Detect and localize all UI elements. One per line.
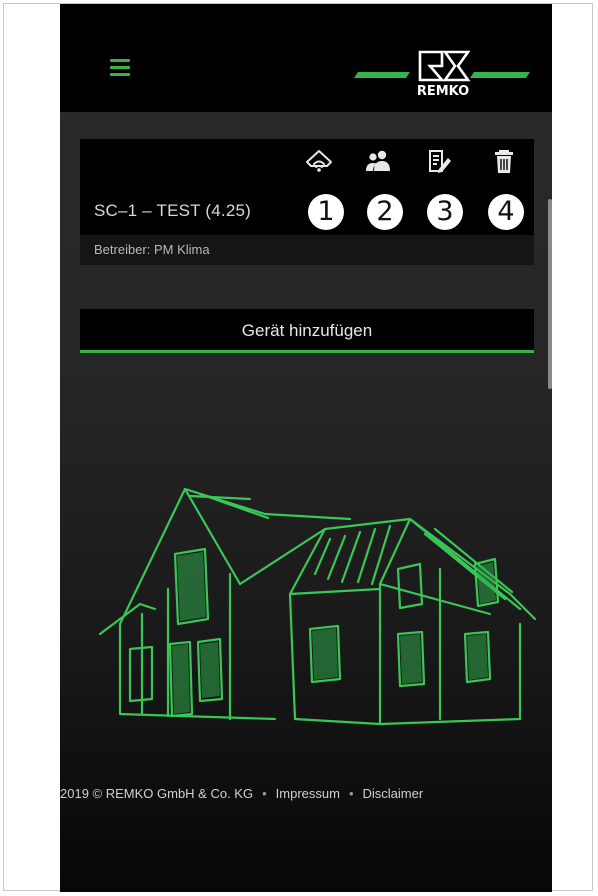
app-screen: REMKO 1 2 3 4 SC–1 – TEST (4.25) Betreib…: [60, 4, 552, 892]
remko-logo: REMKO: [354, 50, 530, 98]
annotation-badge-4: 4: [488, 194, 524, 230]
annotation-badge-1: 1: [308, 194, 344, 230]
trash-icon[interactable]: [490, 147, 518, 175]
hamburger-menu-icon[interactable]: [110, 59, 130, 77]
copyright-text: 2019 © REMKO GmbH & Co. KG: [60, 786, 254, 801]
footer-separator: •: [348, 786, 354, 801]
footer-separator: •: [262, 786, 267, 801]
scrollbar[interactable]: [548, 199, 552, 389]
top-bar: REMKO: [60, 4, 552, 112]
annotation-badge-2: 2: [367, 194, 403, 230]
add-device-label: Gerät hinzufügen: [241, 321, 373, 340]
device-name: SC–1 – TEST (4.25): [94, 201, 251, 220]
add-device-button[interactable]: Gerät hinzufügen: [80, 309, 534, 353]
edit-document-icon[interactable]: [425, 147, 453, 175]
screenshot-frame: REMKO 1 2 3 4 SC–1 – TEST (4.25) Betreib…: [3, 3, 593, 892]
impressum-link[interactable]: Impressum: [276, 786, 340, 801]
users-icon[interactable]: [364, 147, 392, 175]
operator-label: Betreiber: PM Klima: [94, 242, 210, 257]
device-card[interactable]: 1 2 3 4 SC–1 – TEST (4.25) Betreiber: PM…: [80, 139, 534, 265]
annotation-badge-3: 3: [427, 194, 463, 230]
footer: 2019 © REMKO GmbH & Co. KG • Impressum • Dis…: [60, 786, 552, 806]
house-illustration: [98, 487, 537, 726]
logo-text: REMKO: [417, 84, 469, 98]
disclaimer-link[interactable]: Disclaimer: [363, 786, 424, 801]
wifi-home-icon[interactable]: [305, 147, 333, 175]
